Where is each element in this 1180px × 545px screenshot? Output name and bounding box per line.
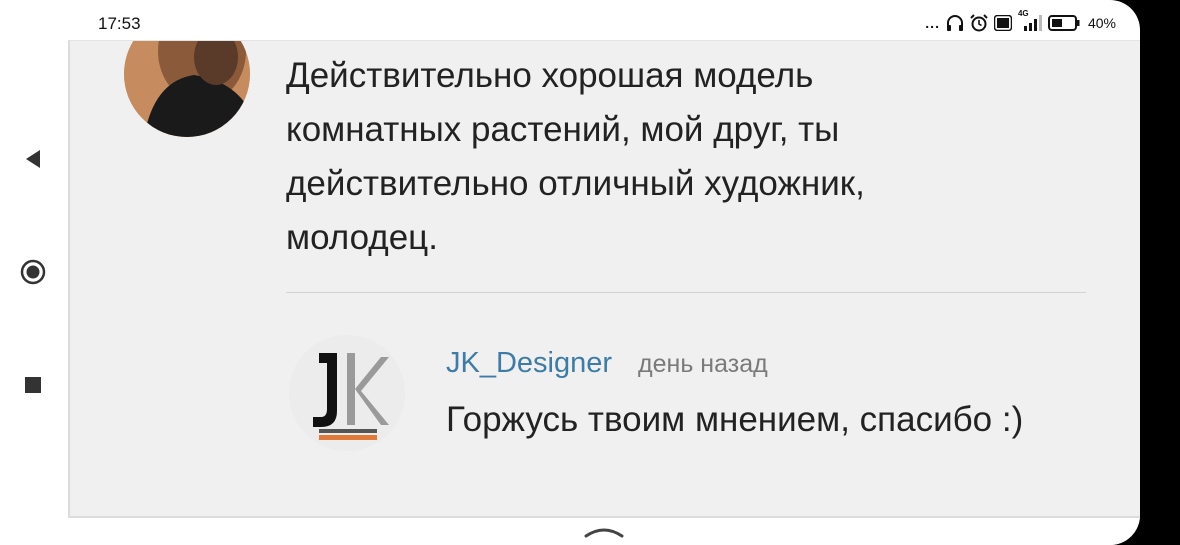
navigation-bar (0, 40, 68, 545)
status-icons: ... 4G 40% (925, 9, 1116, 33)
reply-timestamp: день назад (638, 350, 768, 378)
bottom-drawer-bar (68, 516, 1140, 545)
reply-author-name[interactable]: JK_Designer (446, 347, 612, 380)
home-button[interactable] (18, 257, 48, 287)
reply-header: JK_Designer день назад (446, 347, 768, 380)
more-dots-icon: ... (925, 15, 940, 31)
recents-button[interactable] (18, 370, 48, 400)
comment-divider (286, 292, 1086, 293)
reply-text: Горжусь твоим мнением, спасибо :) (446, 400, 1024, 439)
phone-screen: 17:53 ... 4G 40% Действительно хорошая м… (0, 0, 1140, 545)
jk-logo-icon (289, 335, 405, 451)
battery-percent: 40% (1087, 15, 1116, 31)
commenter-avatar[interactable] (124, 41, 250, 137)
chevron-up-icon[interactable] (584, 522, 624, 540)
square-recents-icon (25, 377, 41, 393)
volte-icon (993, 15, 1012, 31)
triangle-back-icon (26, 150, 40, 168)
person-photo-icon (124, 41, 250, 137)
back-button[interactable] (18, 144, 48, 174)
status-time: 17:53 (98, 14, 141, 33)
reply-author-avatar[interactable] (289, 335, 405, 451)
comments-panel: Действительно хорошая модель комнатных р… (68, 40, 1140, 517)
comment-text: Действительно хорошая модель комнатных р… (286, 56, 865, 257)
headphones-icon (946, 15, 964, 31)
alarm-icon (970, 14, 988, 32)
status-bar: 17:53 ... 4G 40% (0, 0, 1140, 40)
circle-home-icon (20, 259, 46, 285)
signal-icon: 4G (1018, 9, 1042, 31)
battery-icon (1047, 15, 1080, 31)
